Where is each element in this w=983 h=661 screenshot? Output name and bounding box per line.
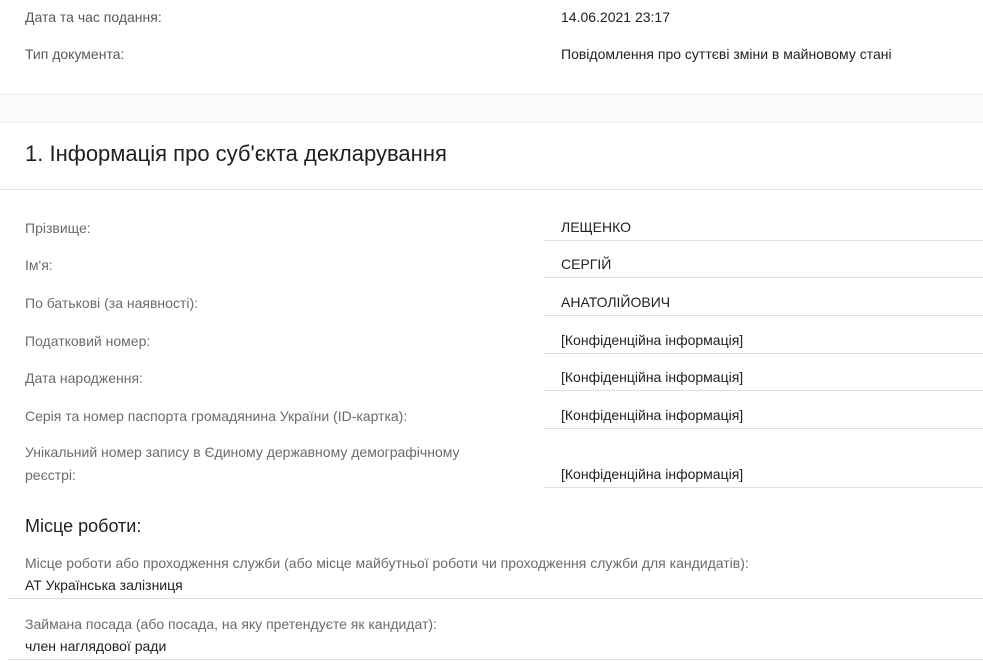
field-underline — [544, 315, 983, 316]
position-value: член наглядової ради — [25, 638, 167, 654]
passport-value: [Конфіденційна інформація] — [561, 407, 744, 423]
document-type-row: Тип документа: Повідомлення про суттєві … — [0, 37, 983, 73]
patronymic-label: По батькові (за наявності): — [25, 295, 199, 311]
workplace-divider — [8, 598, 983, 599]
position-divider — [8, 659, 983, 660]
field-underline — [544, 353, 983, 354]
field-row-passport: Серія та номер паспорта громадянина Укра… — [0, 404, 983, 430]
section-title: 1. Інформація про суб'єкта декларування — [25, 141, 447, 166]
field-underline — [544, 487, 983, 488]
first-name-value: СЕРГІЙ — [561, 256, 612, 272]
submission-date-label: Дата та час подання: — [25, 9, 162, 25]
field-row-registry-number: Унікальний номер запису в Єдиному держав… — [0, 441, 983, 489]
workplace-label: Місце роботи або проходження служби (або… — [25, 555, 749, 571]
work-heading: Місце роботи: — [25, 516, 142, 536]
submission-date-row: Дата та час подання: 14.06.2021 23:17 — [0, 0, 983, 36]
field-underline — [544, 390, 983, 391]
passport-label: Серія та номер паспорта громадянина Укра… — [25, 408, 408, 424]
field-underline — [544, 240, 983, 241]
document-type-label: Тип документа: — [25, 46, 125, 62]
field-row-patronymic: По батькові (за наявності): АНАТОЛІЙОВИЧ — [0, 291, 983, 317]
registry-number-label: Унікальний номер запису в Єдиному держав… — [25, 444, 460, 483]
first-name-label: Ім'я: — [25, 257, 53, 273]
field-row-surname: Прізвище: ЛЕЩЕНКО — [0, 216, 983, 242]
surname-value: ЛЕЩЕНКО — [561, 219, 631, 235]
section-separator — [0, 94, 983, 123]
section-divider — [0, 189, 983, 190]
field-row-birth-date: Дата народження: [Конфіденційна інформац… — [0, 366, 983, 392]
field-underline — [544, 277, 983, 278]
registry-number-value: [Конфіденційна інформація] — [561, 466, 744, 482]
field-row-tax-number: Податковий номер: [Конфіденційна інформа… — [0, 329, 983, 355]
field-row-first-name: Ім'я: СЕРГІЙ — [0, 253, 983, 279]
submission-date-value: 14.06.2021 23:17 — [561, 9, 670, 25]
birth-date-label: Дата народження: — [25, 370, 143, 386]
surname-label: Прізвище: — [25, 220, 91, 236]
tax-number-value: [Конфіденційна інформація] — [561, 332, 744, 348]
document-type-value: Повідомлення про суттєві зміни в майново… — [561, 46, 892, 62]
workplace-value: АТ Українська залізниця — [25, 577, 183, 593]
field-underline — [544, 428, 983, 429]
patronymic-value: АНАТОЛІЙОВИЧ — [561, 294, 671, 310]
tax-number-label: Податковий номер: — [25, 333, 151, 349]
position-label: Займана посада (або посада, на яку прете… — [25, 616, 437, 632]
birth-date-value: [Конфіденційна інформація] — [561, 369, 744, 385]
